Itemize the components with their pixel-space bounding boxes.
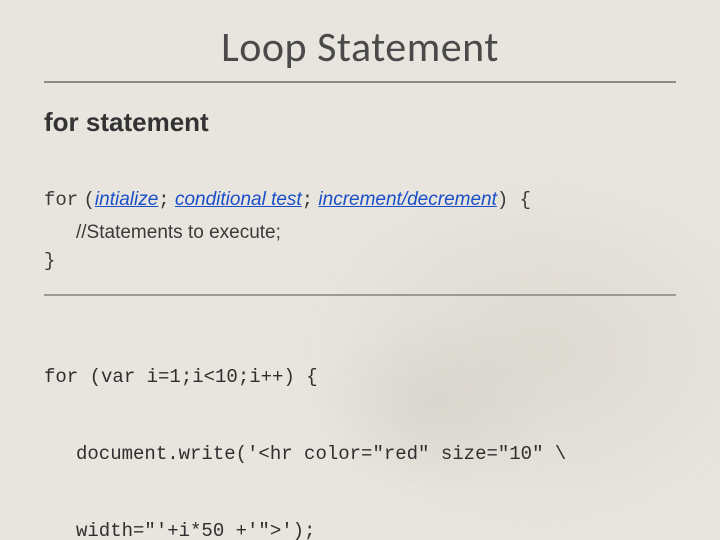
code-line-2a: document.write('<hr color="red" size="10… [76, 442, 676, 468]
sep-2: ; [302, 189, 313, 211]
slide-title: Loop Statement [44, 22, 676, 81]
comment-line: //Statements to execute; [76, 219, 676, 247]
close-brace-1: } [44, 248, 676, 276]
for-syntax-line: for (intialize; conditional test; increm… [44, 186, 676, 215]
content-area: for (intialize; conditional test; increm… [44, 186, 676, 540]
close-paren-brace: ) { [497, 189, 531, 211]
code-example: for (var i=1;i<10;i++) { document.write(… [44, 314, 676, 540]
sep-1: ; [158, 189, 169, 211]
keyword-for: for [44, 189, 78, 211]
code-line-1: for (var i=1;i<10;i++) { [44, 365, 676, 391]
param-increment-decrement: increment/decrement [318, 189, 496, 210]
slide: Loop Statement for statement for (intial… [0, 0, 720, 540]
code-line-2b: width="'+i*50 +'">'); [76, 519, 676, 540]
subheading: for statement [44, 107, 676, 138]
param-conditional-test: conditional test [175, 189, 302, 210]
param-initialize: intialize [95, 189, 158, 210]
mid-divider [44, 294, 676, 296]
title-divider [44, 81, 676, 83]
open-paren: ( [84, 189, 95, 211]
